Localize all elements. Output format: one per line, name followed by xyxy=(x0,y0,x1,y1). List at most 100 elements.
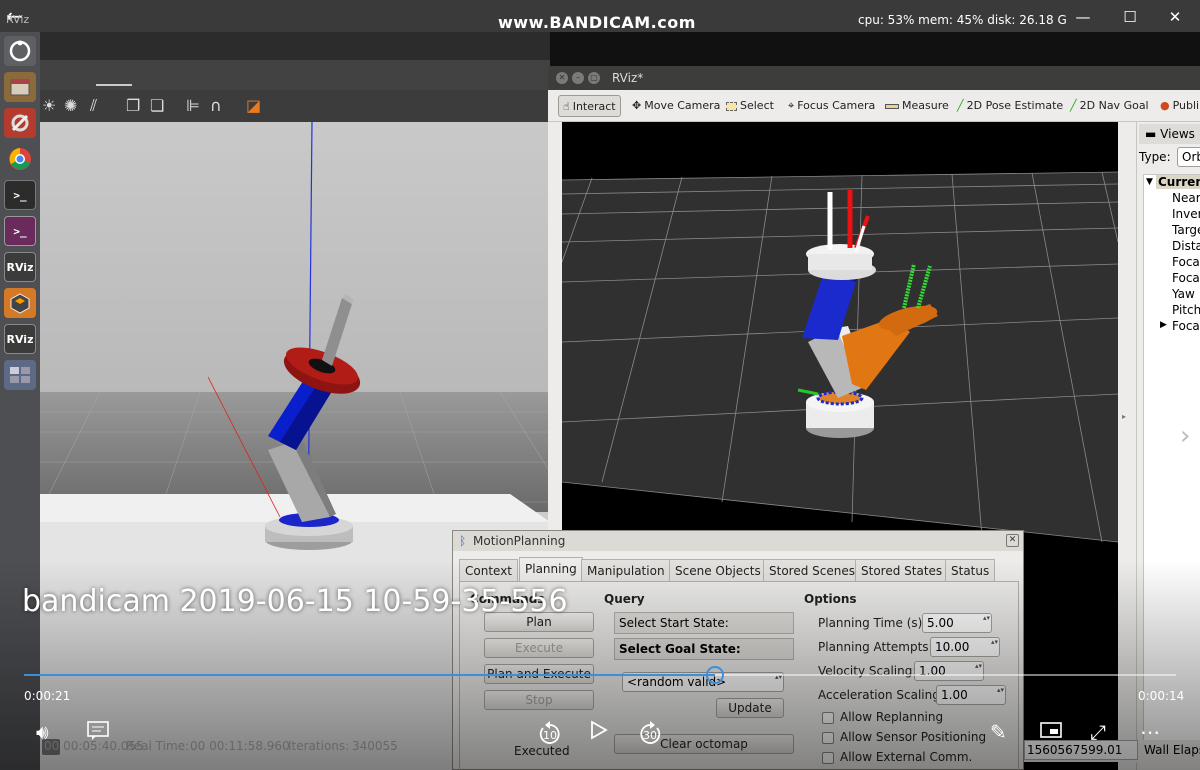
planning-time-label: Planning Time (s): xyxy=(818,616,927,630)
move-camera-icon: ✥ xyxy=(632,99,642,112)
views-tree-item[interactable]: Pitch xyxy=(1172,303,1200,317)
pose-estimate-tool[interactable]: ╱ 2D Pose Estimate xyxy=(953,95,1067,117)
view-angle-icon[interactable]: ◪ xyxy=(246,96,261,115)
stop-button[interactable]: Stop xyxy=(484,690,594,710)
mini-view-icon[interactable] xyxy=(1040,720,1062,745)
move-camera-tool[interactable]: ✥ Move Camera xyxy=(628,95,724,117)
skip-back-icon[interactable]: 10 xyxy=(536,720,564,751)
chrome-icon[interactable] xyxy=(4,144,36,174)
focus-camera-icon: ⌖ xyxy=(788,99,795,112)
remaining-time: 0:00:14 xyxy=(1138,689,1185,703)
views-tree-item[interactable]: Near xyxy=(1172,191,1200,205)
nav-goal-tool[interactable]: ╱ 2D Nav Goal xyxy=(1066,95,1153,117)
allow-external-comm-checkbox[interactable] xyxy=(822,752,834,764)
tab-manipulation[interactable]: Manipulation xyxy=(581,559,671,581)
views-tree: ▼ Current Near Inver Targe Dista Foca Fo… xyxy=(1143,174,1200,754)
tab-stored-states[interactable]: Stored States xyxy=(855,559,949,581)
bandicam-watermark: www.BANDICAM.com xyxy=(498,13,696,32)
sun-light-icon[interactable]: ☀ xyxy=(42,96,56,115)
tab-context[interactable]: Context xyxy=(459,559,519,581)
allow-replanning-label: Allow Replanning xyxy=(840,710,944,724)
tab-scene-objects[interactable]: Scene Objects xyxy=(669,559,767,581)
iterations-value: 340055 xyxy=(352,739,398,753)
spot-light-icon[interactable]: ✺ xyxy=(64,96,77,115)
edit-pen-icon[interactable]: ✎ xyxy=(990,720,1007,744)
rviz-icon[interactable]: RViz xyxy=(4,324,36,354)
planning-time-field[interactable]: 5.00 xyxy=(922,613,992,633)
execute-button[interactable]: Execute xyxy=(484,638,594,658)
maximize-icon[interactable]: ☐ xyxy=(1115,8,1145,26)
camera-icon: ▬ xyxy=(1145,127,1157,141)
acceleration-scaling-field[interactable]: 1.00 xyxy=(936,685,1006,705)
rviz-icon[interactable]: RViz xyxy=(4,252,36,282)
play-icon[interactable] xyxy=(590,720,608,745)
query-label: Query xyxy=(604,592,645,606)
allow-sensor-positioning-checkbox[interactable] xyxy=(822,732,834,744)
views-tree-item[interactable]: Foca xyxy=(1172,271,1200,285)
gazebo-titlebar xyxy=(40,60,550,90)
views-tree-item[interactable]: Foca xyxy=(1172,255,1200,269)
gazebo-toolbar: ☀ ✺ ⫽ ❐ ❏ ⊫ ∩ ◪ xyxy=(40,90,550,122)
chevron-right-icon[interactable]: › xyxy=(1180,421,1190,451)
snap-icon[interactable]: ∩ xyxy=(210,96,222,115)
pose-estimate-icon: ╱ xyxy=(957,99,964,112)
expand-arrow-icon[interactable]: ▶ xyxy=(1160,320,1167,330)
skip-forward-icon[interactable]: 30 xyxy=(636,720,664,751)
align-icon[interactable]: ⊫ xyxy=(186,96,200,115)
settings-tools-icon[interactable] xyxy=(4,108,36,138)
fullscreen-icon[interactable]: ⤢ xyxy=(1090,720,1106,744)
real-time-value: 00 00:11:58.960 xyxy=(190,739,290,753)
tab-planning[interactable]: Planning xyxy=(519,557,583,581)
paste-icon[interactable]: ❏ xyxy=(150,96,164,115)
terminal-icon[interactable]: >_ xyxy=(4,180,36,210)
goal-state-header[interactable]: Select Goal State: xyxy=(614,638,794,660)
planning-attempts-field[interactable]: 10.00 xyxy=(930,637,1000,657)
interact-tool[interactable]: ☝ Interact xyxy=(558,95,621,117)
ubuntu-dash-icon[interactable] xyxy=(4,36,36,66)
gazebo-status-bar: 00 00:05:40.055 Real Time: 00 00:11:58.9… xyxy=(40,736,550,756)
focus-camera-tool[interactable]: ⌖ Focus Camera xyxy=(784,95,879,117)
subtitles-icon[interactable] xyxy=(86,720,110,747)
select-icon xyxy=(726,101,737,111)
views-tree-current[interactable]: Current xyxy=(1156,175,1200,189)
allow-replanning-checkbox[interactable] xyxy=(822,712,834,724)
rviz-toolbar: ☝ Interact ✥ Move Camera Select ⌖ Focus Cam… xyxy=(548,90,1200,122)
views-tree-item[interactable]: Foca xyxy=(1172,319,1200,333)
close-icon[interactable]: ✕ xyxy=(1006,534,1019,547)
close-icon[interactable]: ✕ xyxy=(1160,8,1190,26)
select-tool[interactable]: Select xyxy=(722,95,778,117)
real-time-label: Real Time: xyxy=(126,739,190,753)
files-icon[interactable] xyxy=(4,72,36,102)
tab-status[interactable]: Status xyxy=(945,559,996,581)
expand-arrow-icon[interactable]: ▼ xyxy=(1146,177,1153,187)
velocity-scaling-field[interactable]: 1.00 xyxy=(914,661,984,681)
right-splitter[interactable]: ▸ xyxy=(1118,122,1136,770)
minimize-icon[interactable]: – xyxy=(572,72,584,84)
copy-icon[interactable]: ❐ xyxy=(126,96,140,115)
tab-stored-scenes[interactable]: Stored Scenes xyxy=(763,559,861,581)
minimize-icon[interactable]: — xyxy=(1068,8,1098,26)
terminal-alt-icon[interactable]: >_ xyxy=(4,216,36,246)
gazebo-icon[interactable] xyxy=(4,288,36,318)
measure-tool[interactable]: Measure xyxy=(881,95,953,117)
views-type-select[interactable]: Orb xyxy=(1177,147,1200,167)
motion-planning-titlebar: ᛒ MotionPlanning ✕ xyxy=(453,531,1023,551)
planning-attempts-label: Planning Attempts: xyxy=(818,640,933,654)
seek-progress xyxy=(24,674,716,676)
publish-point-icon: ● xyxy=(1160,99,1170,112)
close-icon[interactable]: ✕ xyxy=(556,72,568,84)
maximize-icon[interactable]: ▢ xyxy=(588,72,600,84)
volume-icon[interactable]: 🔊︎ xyxy=(36,720,49,744)
start-state-header[interactable]: Select Start State: xyxy=(614,612,794,634)
update-button[interactable]: Update xyxy=(716,698,784,718)
views-tree-item[interactable]: Yaw xyxy=(1172,287,1195,301)
acceleration-scaling-label: Acceleration Scaling: xyxy=(818,688,944,702)
views-tree-item[interactable]: Inver xyxy=(1172,207,1200,221)
more-options-icon[interactable]: ⋯ xyxy=(1140,720,1160,744)
views-tree-item[interactable]: Targe xyxy=(1172,223,1200,237)
workspace-icon[interactable] xyxy=(4,360,36,390)
directional-light-icon[interactable]: ⫽ xyxy=(90,96,97,116)
publish-point-tool[interactable]: ● Publi xyxy=(1156,95,1200,117)
seek-bar[interactable] xyxy=(24,666,1176,684)
views-tree-item[interactable]: Dista xyxy=(1172,239,1200,253)
